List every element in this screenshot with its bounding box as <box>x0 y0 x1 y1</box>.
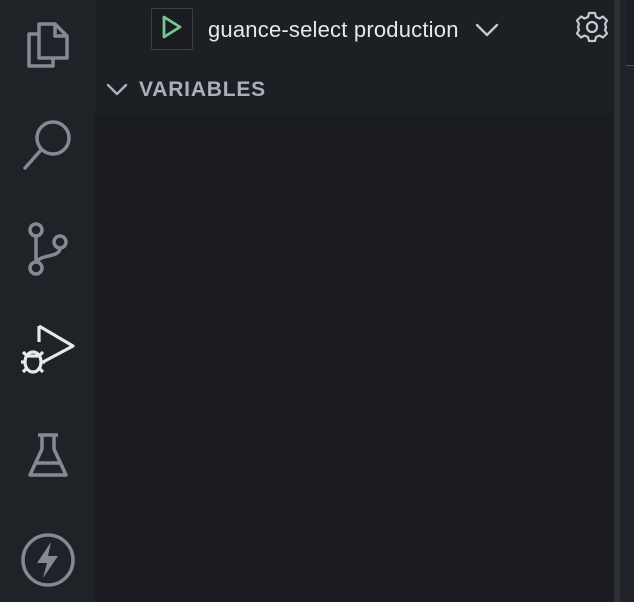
lightning-icon <box>20 532 76 588</box>
activity-item-search[interactable] <box>0 94 95 198</box>
activity-item-source-control[interactable] <box>0 198 95 302</box>
source-control-icon <box>26 222 70 278</box>
run-debug-icon <box>19 322 77 378</box>
activity-item-lightning[interactable] <box>0 508 95 602</box>
activity-item-explorer[interactable] <box>0 0 95 94</box>
activity-item-testing[interactable] <box>0 404 95 508</box>
open-launch-json-button[interactable] <box>573 10 611 48</box>
launch-config-select[interactable]: guance-select production <box>208 10 499 50</box>
debug-toolbar: guance-select production <box>95 0 614 66</box>
vscode-window: guance-select production VARIABLES <box>0 0 634 602</box>
variables-section-header[interactable]: VARIABLES <box>95 66 614 114</box>
flask-icon <box>26 431 70 481</box>
run-debug-sidebar: guance-select production VARIABLES <box>95 0 614 602</box>
activity-item-run-and-debug[interactable] <box>0 298 95 402</box>
start-debugging-button[interactable] <box>151 8 193 50</box>
activity-bar <box>0 0 95 602</box>
gear-icon <box>575 11 609 48</box>
editor-tab-strip-edge <box>626 0 634 66</box>
editor-edge-scrollbar[interactable] <box>614 0 634 602</box>
variables-section-body <box>95 114 614 602</box>
chevron-down-icon <box>106 83 128 97</box>
search-icon <box>21 118 75 174</box>
play-icon <box>161 14 183 45</box>
variables-section-title: VARIABLES <box>139 78 266 101</box>
chevron-down-icon <box>475 23 499 37</box>
launch-config-label: guance-select production <box>208 17 459 42</box>
files-icon <box>23 16 73 68</box>
